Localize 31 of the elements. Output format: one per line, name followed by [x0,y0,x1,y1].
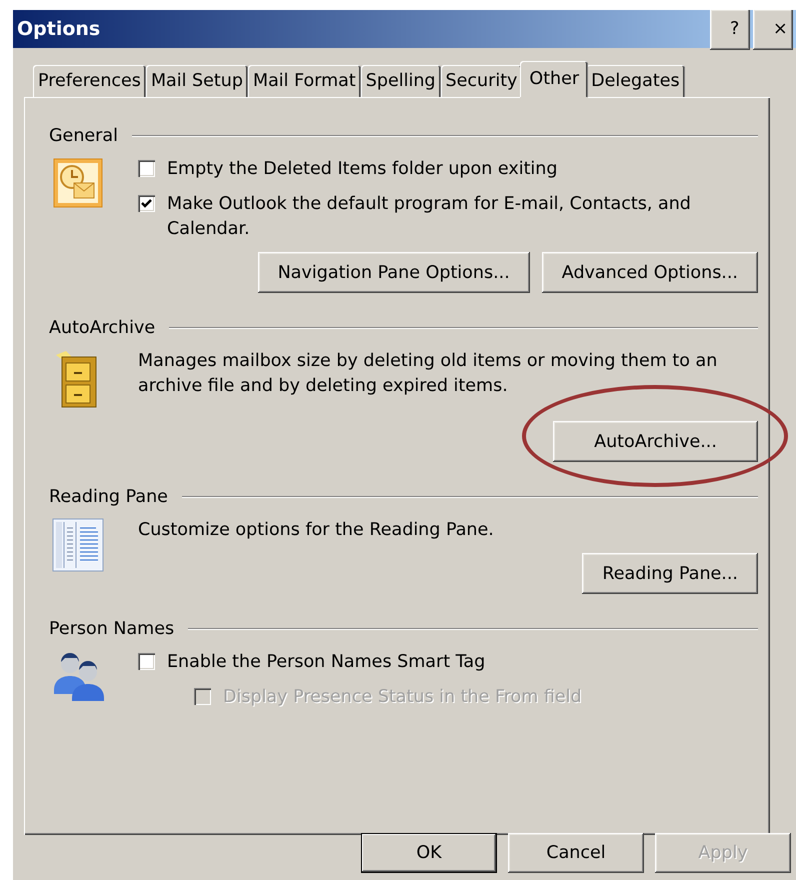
dialog-button[interactable]: Cancel [508,833,644,873]
description-text: Customize options for the Reading Pane. [138,519,495,542]
dialog-button[interactable]: OK [361,833,497,873]
clock-envelope-icon [52,157,104,209]
tab[interactable]: Security [440,65,522,97]
checkbox-label: Empty the Deleted Items folder upon exiting [167,158,558,181]
close-button[interactable]: × [753,10,793,50]
tab[interactable]: Preferences [33,65,146,97]
tab[interactable]: Delegates [586,65,685,97]
reading-pane-icon [52,518,104,572]
checkbox-label: Make Outlook the default program for E-mail, Contacts, and Calendar. [167,193,692,241]
tab[interactable]: Mail Setup [146,65,248,97]
option-button[interactable]: Advanced Options... [542,252,758,293]
section-title: General [49,126,118,146]
description-text: Manages mailbox size by deleting old items or moving them to an archive file and by deleting expired items. [138,350,718,398]
section-title: Reading Pane [49,487,168,507]
tab[interactable]: Spelling [360,65,441,97]
section-title: Person Names [49,619,174,639]
tab[interactable]: Other [520,61,588,99]
option-button[interactable]: Reading Pane... [582,553,758,594]
check-icon [141,198,152,208]
checkbox[interactable] [138,653,155,670]
window-title: Options [17,18,102,40]
tab[interactable]: Mail Format [248,65,361,97]
section-title: AutoArchive [49,318,156,338]
checkbox[interactable] [138,160,155,177]
help-button[interactable]: ? [710,10,750,50]
option-button[interactable]: Navigation Pane Options... [258,252,530,293]
checkbox-label: Enable the Person Names Smart Tag [167,651,486,674]
option-button[interactable]: AutoArchive... [553,421,758,462]
checkbox[interactable] [138,195,155,212]
